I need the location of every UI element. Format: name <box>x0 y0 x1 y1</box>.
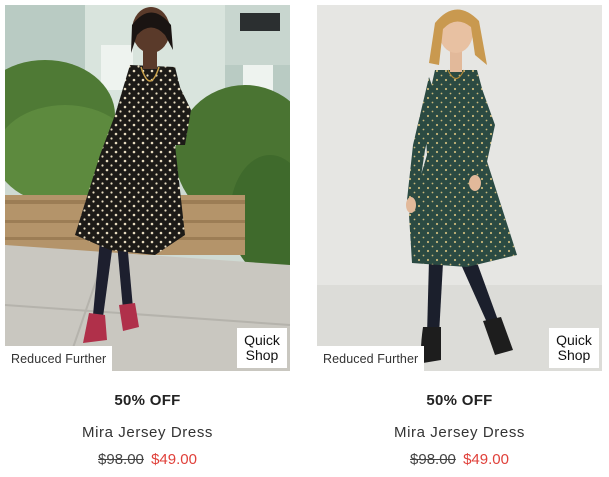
sale-price: $49.00 <box>151 451 197 468</box>
product-name-link[interactable]: Mira Jersey Dress <box>317 424 602 442</box>
quick-shop-label-line1: Quick <box>244 332 280 348</box>
quick-shop-button[interactable]: Quick Shop <box>549 328 599 368</box>
product-grid: Reduced Further Quick Shop 50% OFF Mira … <box>0 0 609 477</box>
original-price: $98.00 <box>98 451 144 468</box>
quick-shop-label-line2: Shop <box>557 347 591 363</box>
product-name-link[interactable]: Mira Jersey Dress <box>5 424 290 442</box>
product-image[interactable]: Reduced Further Quick Shop <box>317 5 602 371</box>
discount-label: 50% OFF <box>114 392 181 409</box>
original-price: $98.00 <box>410 451 456 468</box>
product-photo-street <box>5 5 290 371</box>
product-card[interactable]: Reduced Further Quick Shop 50% OFF Mira … <box>317 5 602 469</box>
quick-shop-label-line2: Shop <box>245 347 279 363</box>
price-block: $98.00 $49.00 <box>5 451 290 469</box>
discount-label: 50% OFF <box>426 392 493 409</box>
product-image[interactable]: Reduced Further Quick Shop <box>5 5 290 371</box>
quick-shop-label-line1: Quick <box>556 332 592 348</box>
reduced-further-badge: Reduced Further <box>5 346 113 371</box>
product-info: 50% OFF Mira Jersey Dress $98.00 $49.00 <box>5 392 290 469</box>
product-card[interactable]: Reduced Further Quick Shop 50% OFF Mira … <box>5 5 290 469</box>
quick-shop-button[interactable]: Quick Shop <box>237 328 287 368</box>
sale-price: $49.00 <box>463 451 509 468</box>
reduced-further-badge: Reduced Further <box>317 346 425 371</box>
price-block: $98.00 $49.00 <box>317 451 602 469</box>
product-info: 50% OFF Mira Jersey Dress $98.00 $49.00 <box>317 392 602 469</box>
product-photo-studio <box>317 5 602 371</box>
